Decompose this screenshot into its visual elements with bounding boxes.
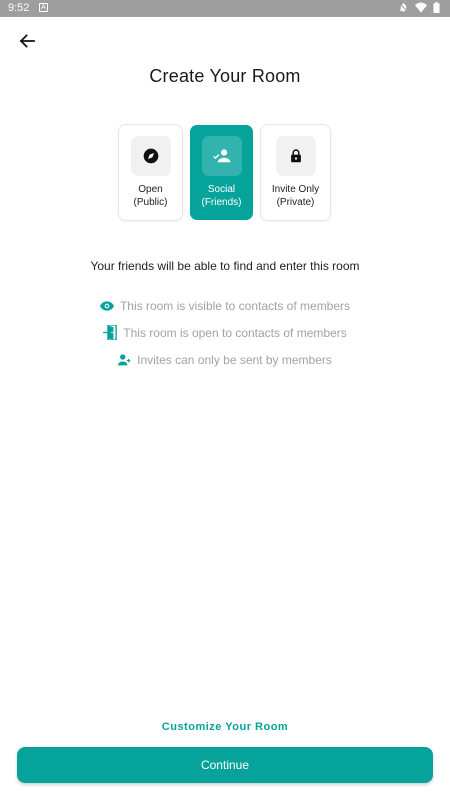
option-label: Social (Friends) [201,184,242,208]
option-label: Invite Only (Private) [271,184,320,208]
room-type-options: Open (Public) Social (Friends) Invite On… [119,125,330,220]
option-icon-box [201,136,242,176]
continue-button[interactable]: Continue [17,747,433,783]
notification-icon: A [39,3,48,12]
feature-item: This room is visible to contacts of memb… [0,292,450,319]
feature-item: This room is open to contacts of members [0,319,450,346]
option-open-public[interactable]: Open (Public) [119,125,182,220]
arrow-left-icon [19,34,35,48]
wifi-icon [415,2,427,13]
feature-text: Invites can only be sent by members [137,352,332,367]
door-open-icon [103,325,118,340]
eye-icon [99,300,114,311]
lock-icon [290,149,301,163]
battery-icon [433,2,440,13]
option-social-friends[interactable]: Social (Friends) [190,125,253,220]
option-icon-box [130,136,171,176]
option-icon-box [275,136,316,176]
page-title: Create Your Room [149,66,301,86]
feature-text: This room is visible to contacts of memb… [119,298,351,313]
feature-list: This room is visible to contacts of memb… [0,292,450,373]
status-icons [398,2,440,13]
person-check-icon [212,149,230,163]
status-bar: 9:52 A [0,0,450,17]
person-add-icon [118,353,131,365]
customize-room-link[interactable]: Customize Your Room [0,721,450,733]
room-type-description: Your friends will be able to find and en… [90,259,360,273]
back-button[interactable] [12,28,42,54]
status-time: 9:52 [8,2,30,14]
option-invite-only-private[interactable]: Invite Only (Private) [261,125,330,220]
notifications-off-icon [398,2,409,13]
feature-text: This room is open to contacts of members [123,325,347,340]
feature-item: Invites can only be sent by members [0,346,450,373]
compass-icon [143,148,158,164]
option-label: Open (Public) [133,184,168,208]
